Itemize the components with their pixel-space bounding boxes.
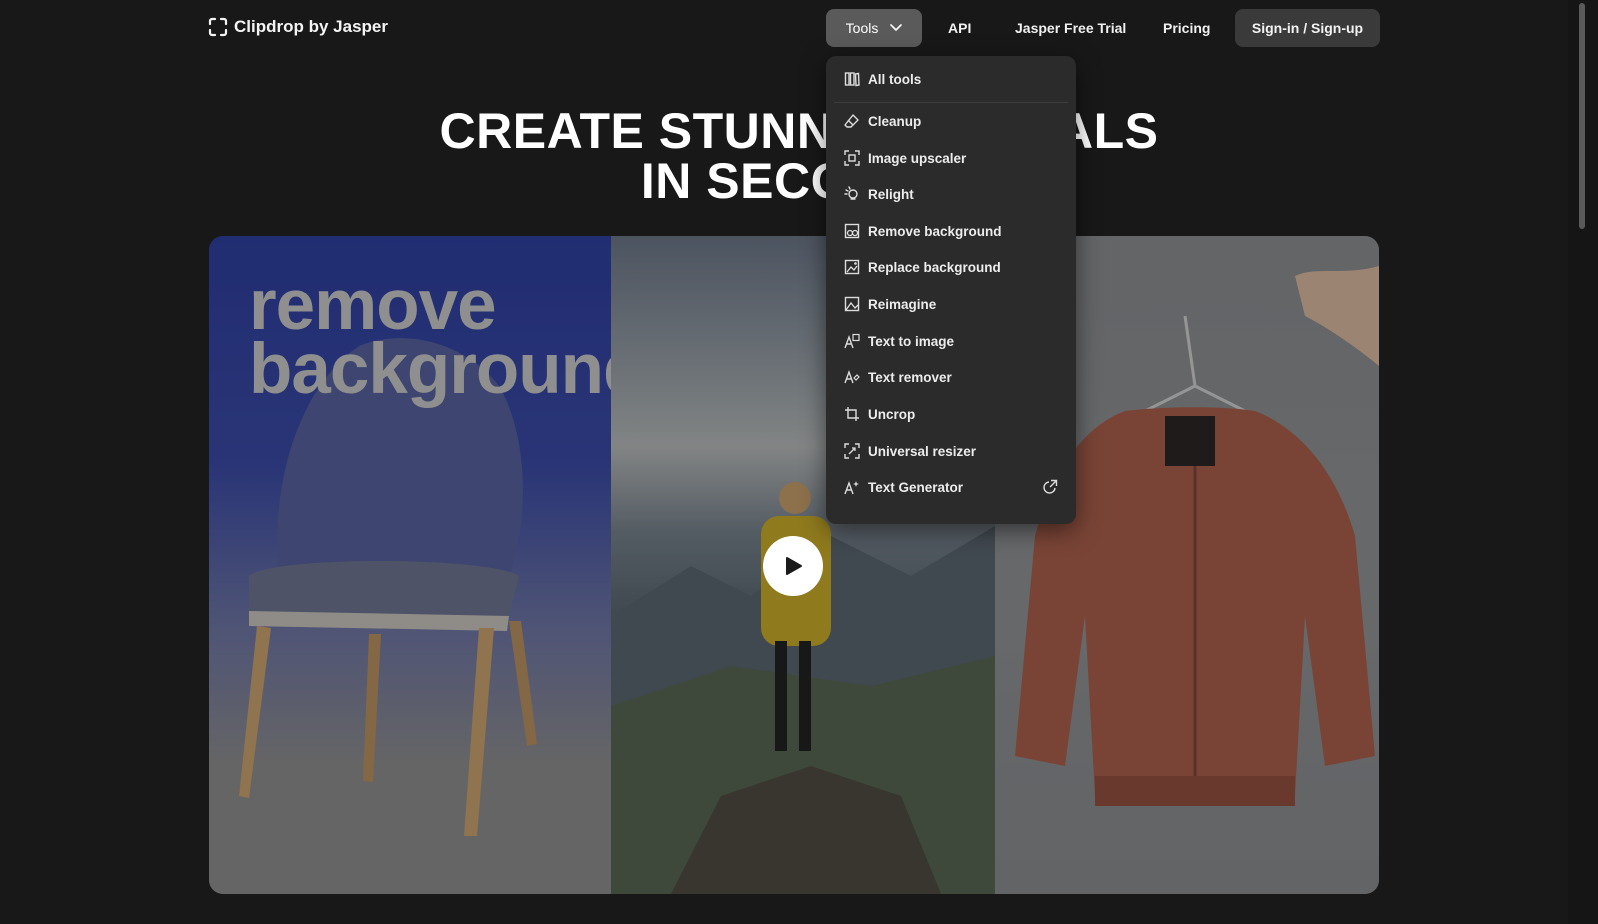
scrollbar-thumb[interactable]: [1579, 3, 1585, 229]
menu-item-relight[interactable]: Relight: [834, 179, 1068, 209]
tools-dropdown: All tools Cleanup Image upscaler Relight…: [826, 56, 1076, 524]
menu-item-label: Remove background: [868, 223, 1002, 239]
menu-item-universal-resizer[interactable]: Universal resizer: [834, 436, 1068, 466]
reimagine-icon: [844, 296, 860, 312]
external-link-icon: [1043, 479, 1058, 494]
menu-item-text-to-image[interactable]: Text to image: [834, 326, 1068, 356]
play-icon: [786, 557, 802, 575]
menu-item-label: Text Generator: [868, 479, 964, 495]
resizer-icon: [844, 443, 860, 459]
menu-item-replace-background[interactable]: Replace background: [834, 252, 1068, 282]
text-remover-icon: [844, 369, 860, 384]
hero-title-line2: IN SECONDS: [640, 153, 958, 209]
bulb-icon: [844, 186, 858, 200]
menu-item-label: Uncrop: [868, 406, 916, 422]
tools-menu-button[interactable]: Tools: [826, 9, 922, 47]
signin-button[interactable]: Sign-in / Sign-up: [1235, 9, 1380, 47]
menu-item-text-generator[interactable]: Text Generator: [834, 472, 1068, 502]
hero-title: CREATE STUNNING VISUALS IN SECONDS: [0, 106, 1598, 206]
menu-divider: [834, 102, 1068, 103]
menu-item-label: Replace background: [868, 259, 1001, 275]
play-button[interactable]: [763, 536, 823, 596]
menu-item-label: Reimagine: [868, 296, 937, 312]
menu-item-label: Image upscaler: [868, 150, 967, 166]
chevron-down-icon: [890, 24, 903, 32]
top-nav: Tools API Jasper Free Trial Pricing Sign…: [826, 9, 1380, 47]
upscale-icon: [844, 150, 860, 166]
menu-item-label: Universal resizer: [868, 443, 977, 459]
nav-pricing-link[interactable]: Pricing: [1163, 20, 1210, 36]
menu-item-text-remover[interactable]: Text remover: [834, 362, 1068, 392]
page-scrollbar[interactable]: [1568, 0, 1598, 924]
all-tools-icon: [844, 72, 860, 87]
menu-item-label: Relight: [868, 186, 914, 202]
nav-api-link[interactable]: API: [948, 20, 971, 36]
text-generator-icon: [844, 480, 859, 495]
eraser-icon: [844, 114, 859, 128]
menu-item-reimagine[interactable]: Reimagine: [834, 289, 1068, 319]
logo-text: Clipdrop by Jasper: [234, 17, 388, 36]
menu-item-label: Text remover: [868, 369, 952, 385]
menu-item-cleanup[interactable]: Cleanup: [834, 106, 1068, 136]
nav-trial-link[interactable]: Jasper Free Trial: [1015, 20, 1126, 36]
menu-item-all-tools[interactable]: All tools: [834, 64, 1068, 94]
hero-video[interactable]: remove background: [209, 236, 1379, 894]
menu-item-label: Text to image: [868, 333, 955, 349]
menu-item-uncrop[interactable]: Uncrop: [834, 399, 1068, 429]
page: Clipdrop by Jasper Tools API Jasper Free…: [0, 0, 1598, 924]
remove-bg-icon: [844, 223, 860, 239]
text-to-image-icon: [844, 333, 860, 349]
clipdrop-logo-icon: [208, 17, 228, 37]
menu-item-remove-background[interactable]: Remove background: [834, 216, 1068, 246]
menu-item-label: All tools: [868, 71, 922, 87]
hero-title-line1: CREATE STUNNING VISUALS: [439, 103, 1159, 159]
menu-item-label: Cleanup: [868, 113, 922, 129]
uncrop-icon: [845, 407, 859, 421]
logo[interactable]: Clipdrop by Jasper: [208, 17, 388, 37]
tools-label: Tools: [845, 20, 879, 36]
replace-bg-icon: [844, 259, 860, 275]
menu-item-image-upscaler[interactable]: Image upscaler: [834, 143, 1068, 173]
